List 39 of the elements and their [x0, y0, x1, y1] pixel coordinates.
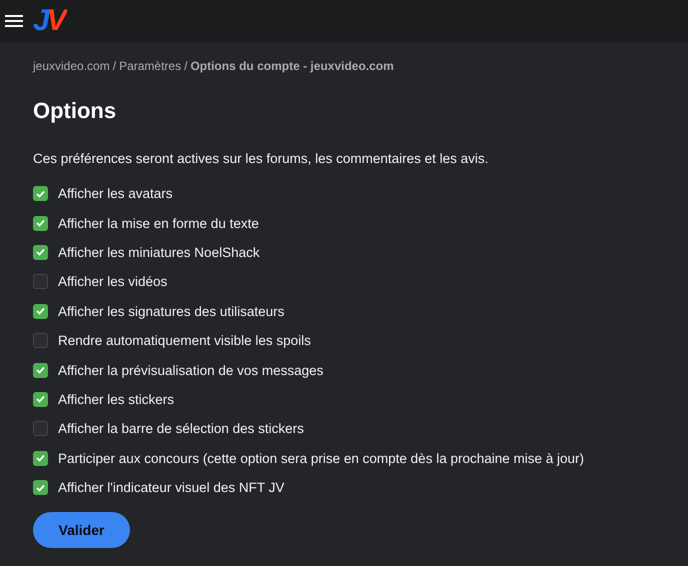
option-label[interactable]: Rendre automatiquement visible les spoils — [58, 333, 311, 348]
option-label[interactable]: Afficher les miniatures NoelShack — [58, 244, 260, 260]
menu-icon[interactable] — [5, 14, 23, 28]
checkbox[interactable] — [33, 244, 48, 260]
checkmark-icon — [36, 484, 45, 492]
option-label[interactable]: Afficher la mise en forme du texte — [58, 216, 259, 231]
breadcrumb-separator: / — [112, 59, 116, 73]
option-label[interactable]: Afficher les vidéos — [58, 274, 168, 290]
option-label[interactable]: Participer aux concours (cette option sera prise en compte dès la prochaine mise à jour) — [58, 450, 584, 466]
checkbox[interactable] — [33, 480, 48, 496]
option-label[interactable]: Afficher l'indicateur visuel des NFT JV — [58, 480, 284, 496]
breadcrumb-separator: / — [184, 59, 188, 73]
checkmark-icon — [36, 248, 45, 256]
checkbox[interactable] — [33, 274, 48, 290]
breadcrumb-link[interactable]: jeuxvideo.com — [33, 59, 110, 73]
option-label[interactable]: Afficher la prévisualisation de vos messages — [58, 362, 324, 378]
checkbox[interactable] — [33, 450, 48, 466]
checkmark-icon — [36, 366, 45, 374]
page-title: Options — [33, 97, 118, 125]
checkbox[interactable] — [33, 362, 48, 378]
breadcrumb-current: Options du compte - jeuxvideo.com — [190, 59, 394, 73]
checkbox[interactable] — [33, 333, 48, 348]
description: Ces préférences seront actives sur les forums, les commentaires et les avis. — [33, 150, 490, 168]
option-label[interactable]: Afficher les stickers — [58, 392, 174, 407]
checkmark-icon — [36, 219, 45, 228]
submit-button[interactable]: Valider — [33, 512, 130, 548]
checkmark-icon — [36, 454, 45, 462]
checkbox[interactable] — [33, 216, 48, 231]
checkmark-icon — [36, 395, 45, 404]
option-label[interactable]: Afficher les avatars — [58, 186, 173, 202]
checkbox[interactable] — [33, 421, 48, 436]
checkbox[interactable] — [33, 392, 48, 407]
checkbox[interactable] — [33, 304, 48, 319]
checkmark-icon — [36, 190, 45, 198]
breadcrumb-link[interactable]: Paramètres — [119, 59, 182, 73]
checkbox[interactable] — [33, 186, 48, 202]
checkmark-icon — [36, 307, 45, 316]
option-label[interactable]: Afficher les signatures des utilisateurs — [58, 304, 284, 319]
option-label[interactable]: Afficher la barre de sélection des stickers — [58, 421, 304, 436]
